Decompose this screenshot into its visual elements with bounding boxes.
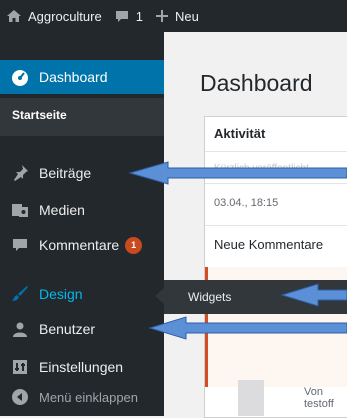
activity-widget: Aktivität Kürzlich veröffentlicht 03.04.…	[204, 116, 347, 418]
sidebar-item-kommentare[interactable]: Kommentare 1	[0, 228, 164, 262]
media-icon	[10, 200, 30, 220]
collapse-menu-button[interactable]: Menü einklappen	[0, 380, 164, 414]
sidebar-item-beitraege[interactable]: Beiträge	[0, 156, 164, 190]
settings-icon	[10, 357, 30, 377]
design-flyout-menu: Widgets	[164, 280, 347, 314]
dashboard-submenu: Startseite	[0, 98, 164, 136]
page-title: Dashboard	[200, 70, 313, 96]
flyout-item-widgets[interactable]: Widgets	[188, 290, 231, 304]
pin-icon	[10, 163, 30, 183]
comment-icon	[10, 235, 30, 255]
sidebar-item-einstellungen[interactable]: Einstellungen	[0, 350, 164, 384]
active-menu-pointer	[164, 65, 173, 83]
sidebar-item-label: Design	[39, 286, 83, 302]
plus-icon	[155, 9, 169, 23]
widget-title[interactable]: Aktivität	[214, 126, 265, 141]
new-comments-heading: Neue Kommentare	[214, 237, 324, 252]
dashboard-icon	[10, 67, 30, 87]
new-label: Neu	[174, 8, 199, 24]
sidebar-item-benutzer[interactable]: Benutzer	[0, 312, 164, 346]
collapse-icon	[10, 387, 30, 407]
admin-bar: Aggroculture 1 Neu	[0, 0, 347, 32]
sidebar-item-label: Beiträge	[39, 165, 92, 181]
site-name: Aggroculture	[28, 8, 102, 24]
post-date: 03.04., 18:15	[214, 197, 279, 209]
site-name-link[interactable]: Aggroculture	[0, 0, 108, 32]
comment-count-badge: 1	[125, 236, 143, 254]
comment-bubble-icon	[114, 8, 130, 24]
sidebar-item-label: Menü einklappen	[39, 389, 139, 405]
comment-author: Von testoff	[304, 386, 334, 410]
submenu-item-startseite[interactable]: Startseite	[12, 108, 67, 122]
divider	[205, 151, 347, 152]
flyout-pointer	[155, 288, 164, 304]
users-icon	[10, 319, 30, 339]
brush-icon	[10, 284, 30, 304]
admin-sidebar: Dashboard Startseite Beiträge Medien Kom…	[0, 32, 164, 416]
sidebar-item-label: Medien	[39, 202, 85, 218]
divider	[205, 183, 347, 184]
sidebar-item-label: Einstellungen	[39, 359, 124, 375]
recently-published-heading: Kürzlich veröffentlicht	[214, 163, 309, 174]
comments-link[interactable]: 1	[108, 0, 149, 32]
home-icon	[6, 8, 22, 24]
sidebar-item-label: Benutzer	[39, 321, 96, 337]
new-content-link[interactable]: Neu	[149, 0, 205, 32]
comments-count: 1	[135, 8, 143, 24]
sidebar-item-label: Dashboard	[39, 69, 108, 85]
comment-avatar	[238, 380, 264, 416]
sidebar-item-medien[interactable]: Medien	[0, 193, 164, 227]
sidebar-item-label: Kommentare	[39, 237, 120, 253]
main-content: Dashboard Aktivität Kürzlich veröffentli…	[164, 32, 347, 418]
sidebar-item-design[interactable]: Design	[0, 277, 164, 311]
sidebar-item-dashboard[interactable]: Dashboard	[0, 60, 164, 94]
divider	[205, 225, 347, 226]
